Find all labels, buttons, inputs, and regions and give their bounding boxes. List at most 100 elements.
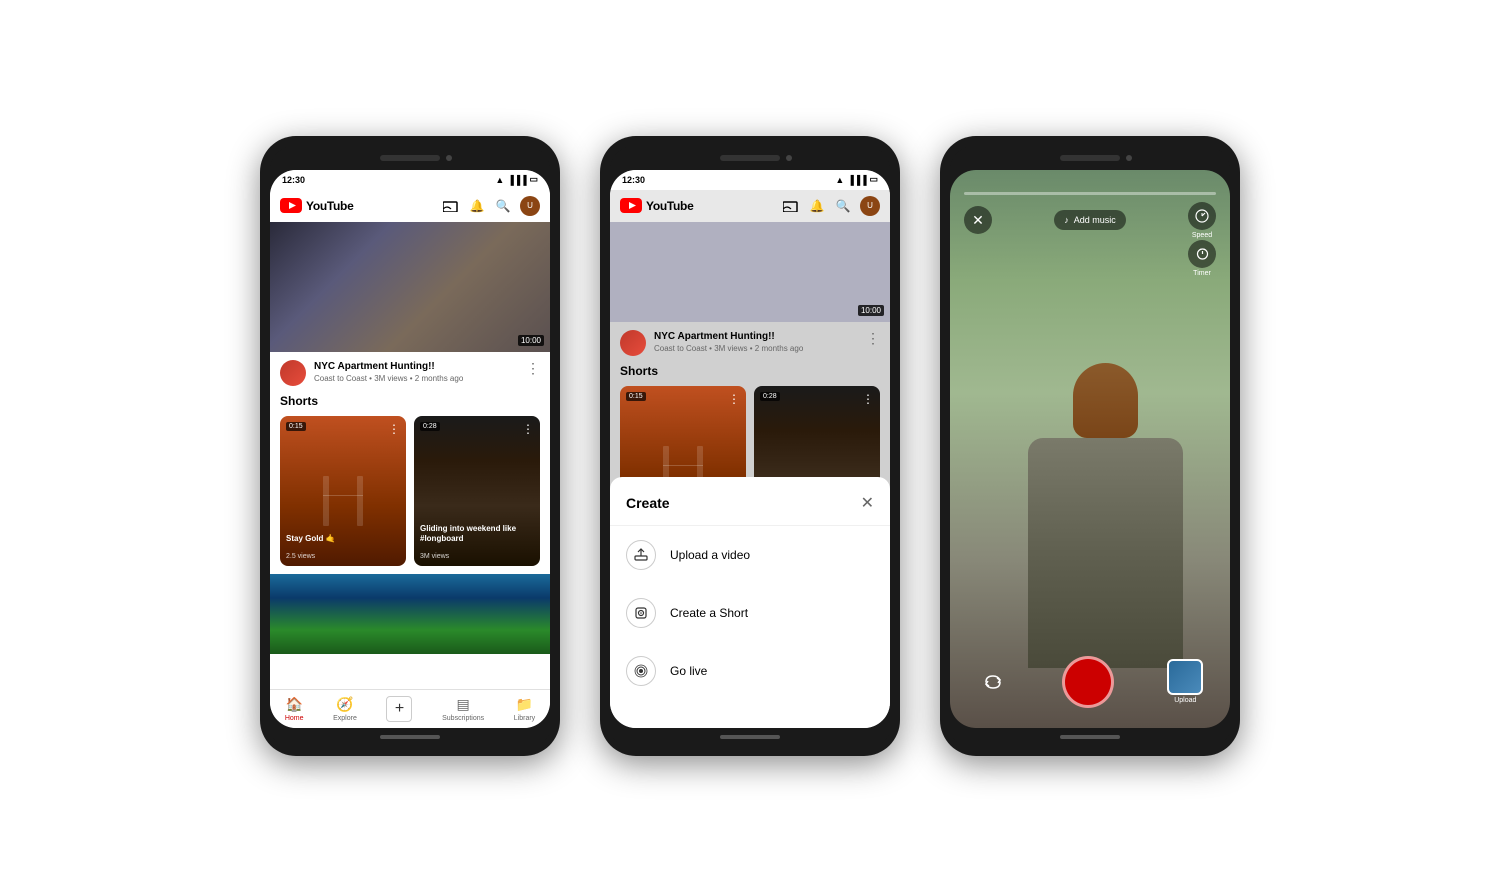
phone-1-bottom [270,728,550,746]
nav-explore[interactable]: 🧭 Explore [333,696,357,722]
upload-button[interactable]: Upload [1167,659,1203,704]
upload-video-label: Upload a video [670,548,750,562]
go-live-label: Go live [670,664,707,678]
dimmed-short-more-2: ⋮ [862,392,874,406]
create-upload-item[interactable]: Upload a video [610,526,890,584]
dimmed-video-info: NYC Apartment Hunting!! Coast to Coast •… [610,322,890,364]
shorts-row-1: 0:15 ⋮ Stay Gold 🤙 2.5 views 0:28 ⋮ Glid… [280,416,540,566]
flip-icon [982,671,1004,693]
person-body [1028,438,1183,668]
phone-camera-dot [446,155,452,161]
time-display-2: 12:30 [622,175,645,185]
add-music-button[interactable]: ♪ Add music [1054,210,1126,230]
youtube-logo-text: YouTube [306,199,353,213]
cast-icon[interactable] [442,197,460,215]
phone-2-notch [720,155,780,161]
short-title-1: Stay Gold 🤙 [286,534,400,544]
youtube-header-1: YouTube 🔔 🔍 U [270,190,550,222]
home-bar-1 [380,735,440,739]
short-views-2: 3M views [420,553,449,560]
create-close-button[interactable]: ✕ [861,493,874,513]
short-card-1[interactable]: 0:15 ⋮ Stay Gold 🤙 2.5 views [280,416,406,566]
status-bar-1: 12:30 ▲ ▐▐▐ ▭ [270,170,550,190]
library-icon: 📁 [516,696,533,713]
record-button[interactable] [1062,656,1114,708]
create-menu-spacer [610,700,890,720]
bottom-nav-1: 🏠 Home 🧭 Explore + ▤ Subscriptions 📁 Lib… [270,689,550,728]
short-views-1: 2.5 views [286,553,315,560]
bell-icon[interactable]: 🔔 [468,197,486,215]
youtube-header-2: YouTube 🔔 🔍 U [610,190,890,222]
video-more-icon[interactable]: ⋮ [526,360,540,377]
add-music-label: Add music [1074,215,1116,225]
create-menu: Create ✕ Upload a video [610,477,890,728]
user-avatar[interactable]: U [520,196,540,216]
flip-camera-button[interactable] [977,666,1009,698]
speed-control[interactable]: Speed [1188,202,1216,239]
phone-2-screen: 12:30 ▲ ▐▐▐ ▭ YouTube [610,170,890,728]
status-icons-2: ▲ ▐▐▐ ▭ [835,174,878,185]
nav-create[interactable]: + [386,696,412,722]
phone-3-camera-dot [1126,155,1132,161]
nav-subscriptions[interactable]: ▤ Subscriptions [442,696,484,722]
speed-button[interactable] [1188,202,1216,230]
dimmed-duration: 10:00 [858,305,884,316]
nav-subs-label: Subscriptions [442,715,484,722]
short-card-2[interactable]: 0:28 ⋮ Gliding into weekend like #longbo… [414,416,540,566]
nav-explore-label: Explore [333,715,357,722]
nav-library[interactable]: 📁 Library [514,696,535,722]
cast-icon-2[interactable] [782,197,800,215]
video-duration-1: 10:00 [518,335,544,346]
short-more-1[interactable]: ⋮ [388,422,400,436]
signal-icon: ▐▐▐ [507,175,526,185]
battery-icon: ▭ [529,174,538,185]
youtube-logo-icon [280,198,302,213]
landscape-thumb-1[interactable] [270,574,550,654]
phone-3-screen: ✕ ♪ Add music Speed [950,170,1230,728]
short-more-2[interactable]: ⋮ [522,422,534,436]
create-button-1[interactable]: + [386,696,412,722]
cast-svg-2 [783,200,799,212]
cable-2 [663,465,703,466]
home-icon: 🏠 [285,696,302,713]
phone-notch [380,155,440,161]
explore-icon: 🧭 [336,696,353,713]
status-icons: ▲ ▐▐▐ ▭ [495,174,538,185]
scroll-content-1[interactable]: 10:00 NYC Apartment Hunting!! Coast to C… [270,222,550,689]
create-short-icon [626,598,656,628]
phone-2-camera-dot [786,155,792,161]
youtube-logo-icon-2 [620,198,642,213]
time-display: 12:30 [282,175,305,185]
youtube-logo-2[interactable]: YouTube [620,198,782,213]
nav-home[interactable]: 🏠 Home [285,696,304,722]
video-sub-1: Coast to Coast • 3M views • 2 months ago [314,374,518,383]
video-info-1: NYC Apartment Hunting!! Coast to Coast •… [270,352,550,394]
short-duration-1: 0:15 [286,422,306,431]
bell-icon-2[interactable]: 🔔 [808,197,826,215]
create-short-item[interactable]: Create a Short [610,584,890,642]
dimmed-channel-avatar [620,330,646,356]
phone-2: 12:30 ▲ ▐▐▐ ▭ YouTube [600,136,900,756]
phone-3-bottom [950,728,1230,746]
youtube-logo[interactable]: YouTube [280,198,442,213]
user-avatar-2[interactable]: U [860,196,880,216]
go-live-item[interactable]: Go live [610,642,890,700]
shorts-title-1: Shorts [280,394,540,408]
wifi-icon-2: ▲ [835,175,844,185]
upload-video-icon [626,540,656,570]
signal-icon-2: ▐▐▐ [847,175,866,185]
camera-close-button[interactable]: ✕ [964,206,992,234]
search-icon[interactable]: 🔍 [494,197,512,215]
phone-2-bottom [610,728,890,746]
camera-bottom-bar: Upload [950,656,1230,708]
camera-person [1028,363,1183,668]
dimmed-short-more-1: ⋮ [728,392,740,406]
video-meta-1: NYC Apartment Hunting!! Coast to Coast •… [314,360,518,383]
search-icon-2[interactable]: 🔍 [834,197,852,215]
phone-3: ✕ ♪ Add music Speed [940,136,1240,756]
phone-3-notch [1060,155,1120,161]
main-video-thumb-1[interactable]: 10:00 [270,222,550,352]
short-title-2: Gliding into weekend like #longboard [420,524,534,543]
timer-control[interactable]: Timer [1188,240,1216,277]
dimmed-video-meta: NYC Apartment Hunting!! Coast to Coast •… [654,330,858,353]
